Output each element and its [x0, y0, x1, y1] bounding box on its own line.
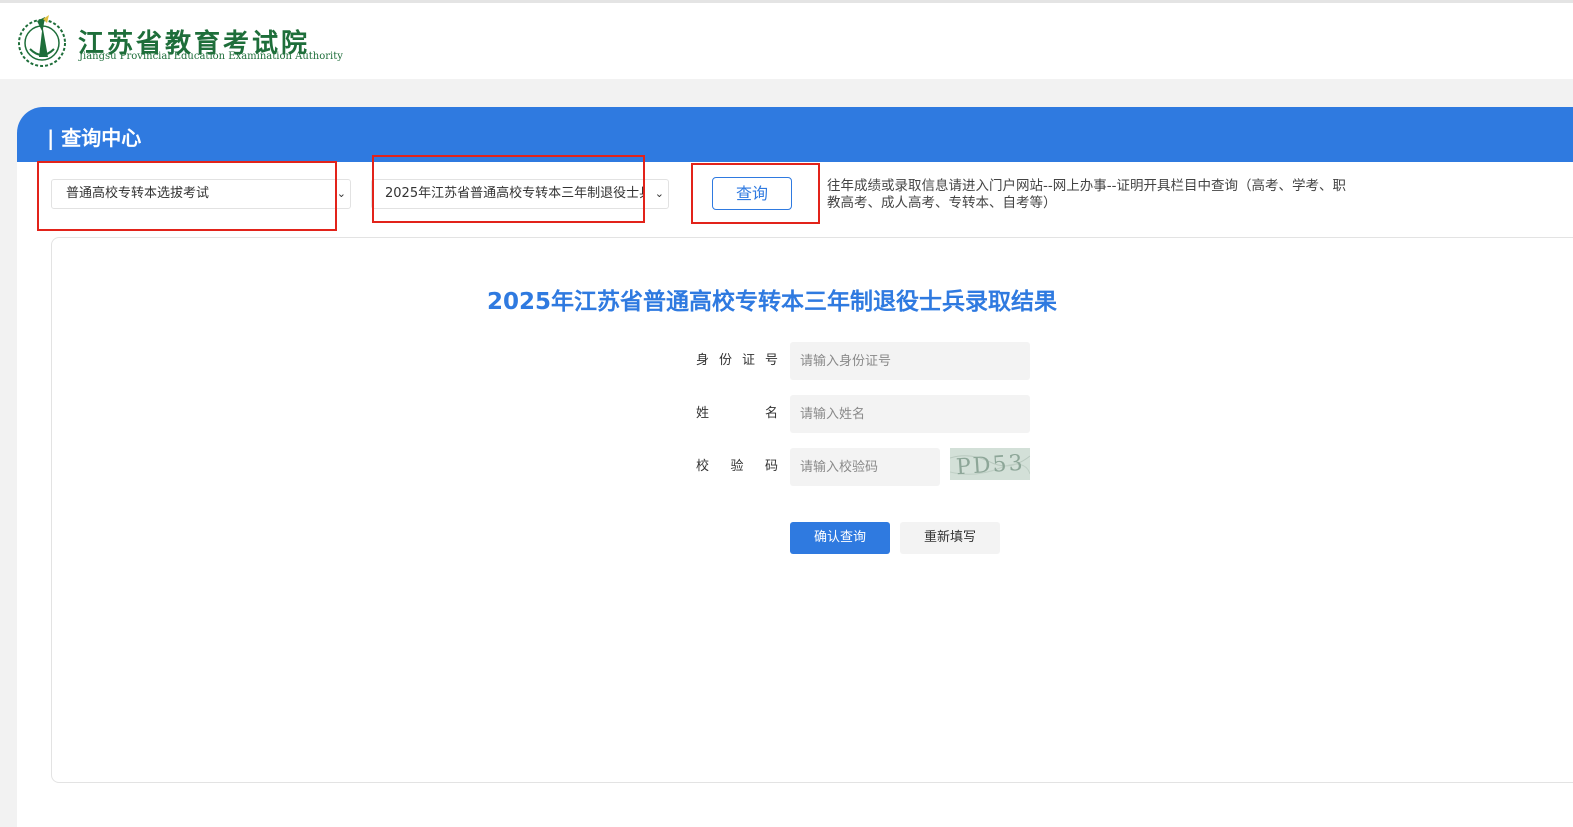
exam-authority-logo-icon[interactable]: [15, 13, 69, 71]
reset-form-button[interactable]: 重新填写: [900, 522, 1000, 554]
exam-item-select[interactable]: 2025年江苏省普通高校专转本三年制退役士兵录取结果 ⌄: [371, 179, 669, 209]
history-query-hint: 往年成绩或录取信息请进入门户网站--网上办事--证明开具栏目中查询（高考、学考、…: [827, 178, 1346, 211]
confirm-query-button[interactable]: 确认查询: [790, 522, 890, 554]
chevron-down-icon: ⌄: [654, 187, 664, 200]
site-subtitle: Jiangsu Provincial Education Examination…: [79, 51, 343, 62]
exam-item-select-value: 2025年江苏省普通高校专转本三年制退役士兵录取结果: [385, 186, 643, 201]
site-header: 江苏省教育考试院 Jiangsu Provincial Education Ex…: [0, 0, 1573, 79]
panel-header: | 查询中心: [17, 107, 1573, 162]
query-center-panel: | 查询中心 普通高校专转本选拔考试 ⌄ 2025年江苏省普通高校专转本三年制退…: [17, 107, 1573, 827]
name-label: 姓 名: [696, 406, 778, 421]
exam-type-select[interactable]: 普通高校专转本选拔考试 ⌄: [51, 179, 351, 209]
panel-title: | 查询中心: [47, 126, 142, 150]
captcha-image[interactable]: PD53: [950, 448, 1030, 480]
id-number-label: 身 份 证 号: [696, 353, 778, 368]
query-form-card: 2025年江苏省普通高校专转本三年制退役士兵录取结果 身 份 证 号 姓 名 校…: [51, 237, 1573, 783]
exam-type-select-value: 普通高校专转本选拔考试: [66, 186, 210, 201]
id-number-input[interactable]: [790, 342, 1030, 380]
verification-code-input[interactable]: [790, 448, 940, 486]
query-button[interactable]: 查询: [712, 177, 792, 210]
verification-code-label: 校 验 码: [696, 459, 778, 474]
name-input[interactable]: [790, 395, 1030, 433]
result-title: 2025年江苏省普通高校专转本三年制退役士兵录取结果: [486, 289, 1057, 315]
captcha-text: PD53: [955, 451, 1025, 480]
chevron-down-icon: ⌄: [336, 187, 346, 200]
captcha-noise: PD53: [950, 448, 1030, 480]
